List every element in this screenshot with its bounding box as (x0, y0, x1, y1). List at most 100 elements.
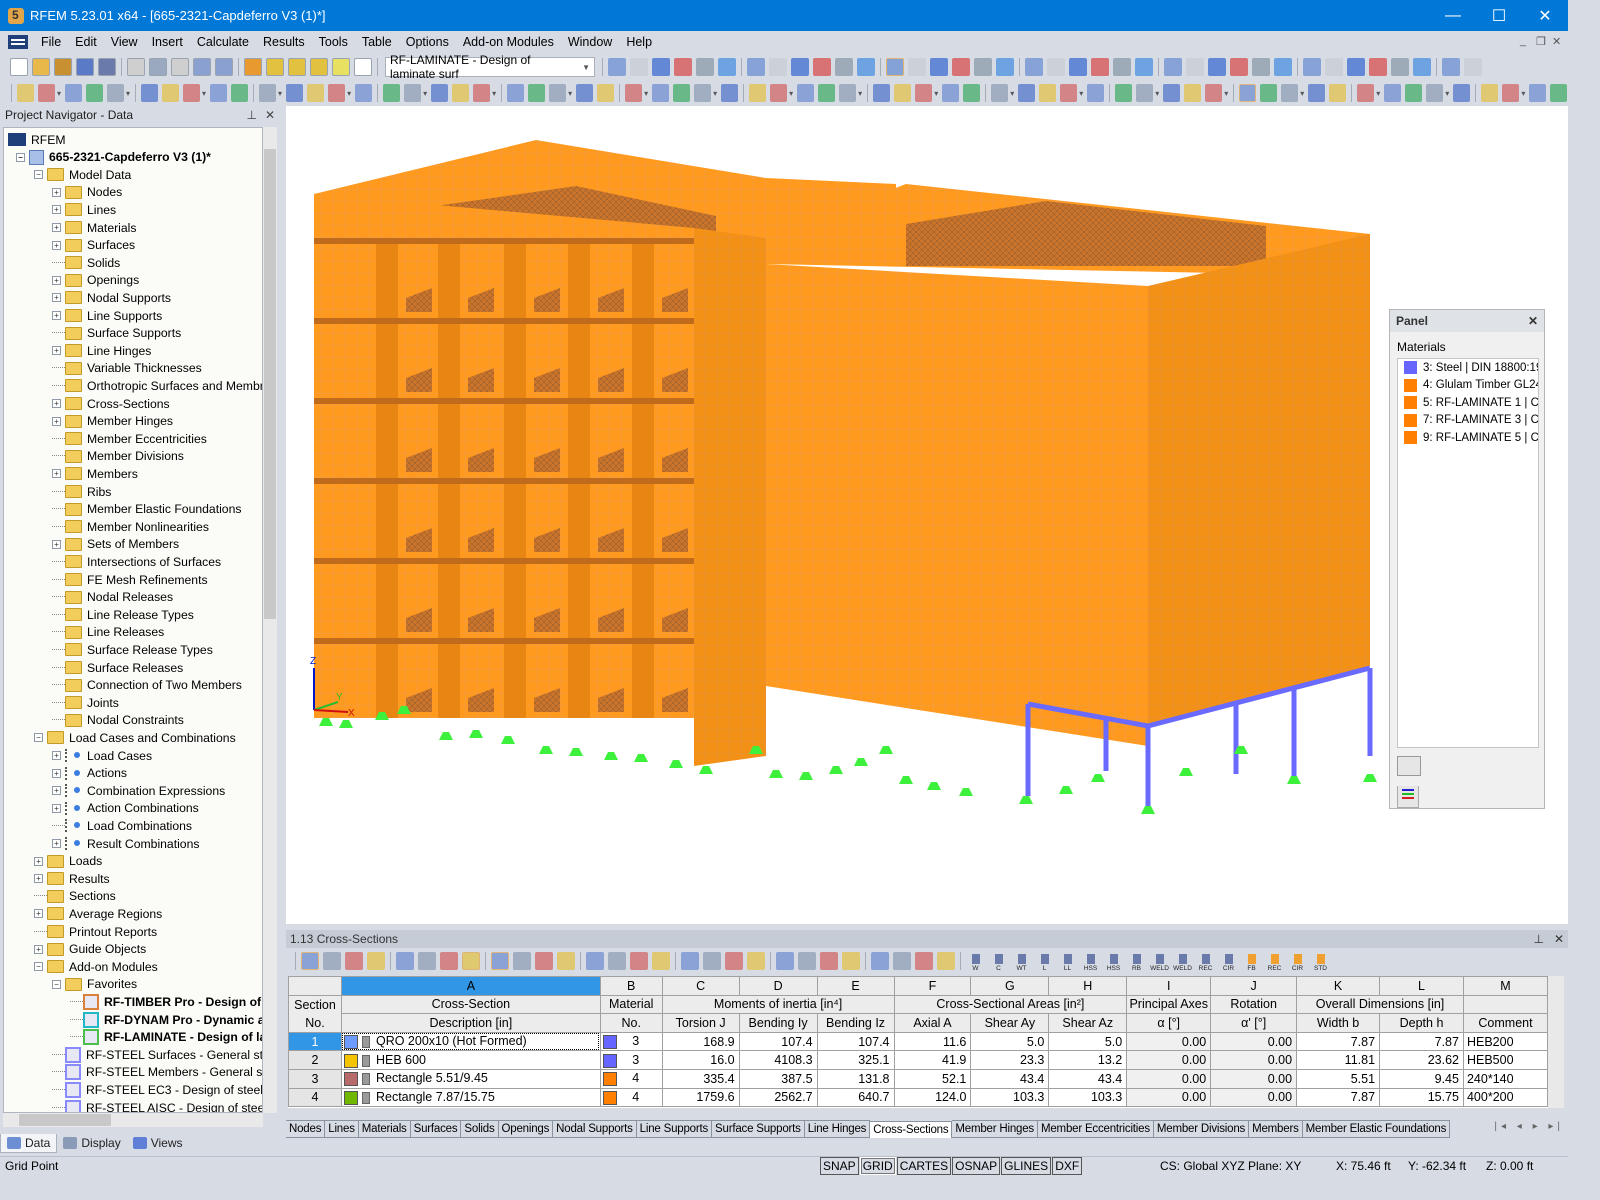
toolbar-button-icon[interactable] (630, 58, 648, 76)
pin-icon[interactable]: ⊥ (246, 108, 256, 122)
toolbar-button-icon[interactable] (288, 58, 306, 76)
toolbar-button-icon[interactable] (1136, 84, 1154, 102)
toolbar-button-icon[interactable] (1239, 84, 1257, 102)
toolbar-button-icon[interactable] (452, 84, 470, 102)
toolbar-button-icon[interactable] (1113, 58, 1131, 76)
tree-item[interactable]: Connection of Two Members (52, 677, 242, 694)
section-type-button[interactable]: L (1034, 950, 1055, 972)
sheet-tab[interactable]: Member Elastic Foundations (1302, 1120, 1451, 1138)
section-type-button[interactable]: REC (1195, 950, 1216, 972)
toolbar-button-icon[interactable] (952, 58, 970, 76)
dropdown-arrow-icon[interactable]: ▾ (1155, 89, 1159, 98)
toolbar-button-icon[interactable] (1164, 58, 1182, 76)
toolbar-button-icon[interactable] (721, 84, 739, 102)
toolbar-button-icon[interactable] (1384, 84, 1402, 102)
tree-item[interactable]: RF-STEEL Members - General stress analys… (52, 1064, 262, 1081)
cell-iy[interactable]: 2562.7 (738, 1087, 818, 1108)
cell-az[interactable]: 43.4 (1048, 1068, 1128, 1089)
toolbar-button-icon[interactable] (107, 84, 125, 102)
expand-icon[interactable]: + (52, 187, 61, 197)
maximize-button[interactable]: ☐ (1476, 0, 1522, 31)
column-a[interactable]: A (340, 976, 601, 996)
table-toolbar-button-icon[interactable] (586, 952, 604, 970)
dropdown-arrow-icon[interactable]: ▾ (126, 89, 130, 98)
tree-item[interactable]: Intersections of Surfaces (52, 553, 221, 570)
tree-item[interactable]: + Line Supports (52, 307, 162, 324)
table-pin-icon[interactable]: ⊥ (1533, 932, 1543, 946)
table-toolbar-button-icon[interactable] (937, 952, 955, 970)
tree-item[interactable]: Variable Thicknesses (52, 360, 202, 377)
toolbar-button-icon[interactable] (141, 84, 159, 102)
cell-iz[interactable]: 107.4 (816, 1031, 895, 1052)
cross-section-description-cell[interactable]: QRO 200x10 (Hot Formed) (340, 1031, 601, 1052)
tree-item[interactable]: + Action Combinations (52, 800, 199, 817)
cell-alpha2[interactable]: 0.00 (1210, 1087, 1298, 1108)
table-toolbar-button-icon[interactable] (440, 952, 458, 970)
cross-section-description-cell[interactable]: Rectangle 5.51/9.45 (340, 1068, 601, 1089)
toolbar-button-icon[interactable] (259, 84, 277, 102)
cell-ay[interactable]: 43.4 (970, 1068, 1050, 1089)
toolbar-button-icon[interactable] (162, 84, 180, 102)
table-toolbar-button-icon[interactable] (367, 952, 385, 970)
expand-icon[interactable]: + (34, 874, 43, 884)
toolbar-button-icon[interactable] (54, 58, 72, 76)
toolbar-button-icon[interactable] (98, 58, 116, 76)
table-toolbar-button-icon[interactable] (893, 952, 911, 970)
column-d[interactable]: D (738, 976, 818, 996)
cell-h[interactable]: 23.62 (1379, 1050, 1464, 1070)
dropdown-arrow-icon[interactable]: ▾ (1079, 89, 1083, 98)
toolbar-button-icon[interactable] (549, 84, 567, 102)
toolbar-button-icon[interactable] (1025, 58, 1043, 76)
toolbar-button-icon[interactable] (1208, 58, 1226, 76)
tree-item[interactable]: + Average Regions (34, 905, 162, 922)
dropdown-arrow-icon[interactable]: ▾ (1445, 89, 1449, 98)
menu-edit[interactable]: Edit (68, 35, 104, 49)
toolbar-button-icon[interactable] (908, 58, 926, 76)
dropdown-arrow-icon[interactable]: ▾ (1521, 89, 1525, 98)
dropdown-arrow-icon[interactable]: ▾ (1224, 89, 1228, 98)
toolbar-button-icon[interactable] (1303, 58, 1321, 76)
sheet-tab[interactable]: Cross-Sections (870, 1121, 953, 1138)
expand-icon[interactable]: + (52, 346, 61, 356)
toolbar-button-icon[interactable] (332, 58, 350, 76)
table-vertical-scrollbar[interactable] (1548, 976, 1564, 1108)
toolbar-button-icon[interactable] (797, 84, 815, 102)
menu-view[interactable]: View (104, 35, 145, 49)
row-number[interactable]: 4 (288, 1087, 342, 1108)
sheet-tab[interactable]: Surfaces (410, 1120, 462, 1138)
toolbar-button-icon[interactable] (65, 84, 83, 102)
toolbar-button-icon[interactable] (894, 84, 912, 102)
section-type-button[interactable]: RB (1126, 950, 1147, 972)
table-toolbar-button-icon[interactable] (842, 952, 860, 970)
tree-item[interactable]: Member Eccentricities (52, 430, 207, 447)
toolbar-button-icon[interactable] (1205, 84, 1223, 102)
expand-icon[interactable]: + (52, 803, 61, 813)
tree-item[interactable]: Line Releases (52, 624, 164, 641)
toolbar-button-icon[interactable] (1163, 84, 1181, 102)
toolbar-button-icon[interactable] (1464, 58, 1482, 76)
table-toolbar-button-icon[interactable] (345, 952, 363, 970)
tree-item[interactable]: Printout Reports (34, 923, 157, 940)
nav-tab-data[interactable]: Data (0, 1133, 58, 1153)
scrollbar-thumb[interactable] (19, 1114, 111, 1126)
tree-item[interactable]: Nodal Releases (52, 589, 173, 606)
cross-section-description-cell[interactable]: HEB 600 (340, 1050, 601, 1070)
toolbar-button-icon[interactable] (1018, 84, 1036, 102)
collapse-icon[interactable]: − (34, 962, 43, 972)
table-toolbar-button-icon[interactable] (776, 952, 794, 970)
table-toolbar-button-icon[interactable] (798, 952, 816, 970)
tree-item[interactable]: Solids (52, 254, 120, 271)
cell-alpha2[interactable]: 0.00 (1210, 1031, 1298, 1052)
toolbar-button-icon[interactable] (1426, 84, 1444, 102)
toolbar-button-icon[interactable] (1357, 84, 1375, 102)
toolbar-button-icon[interactable] (1481, 84, 1499, 102)
sheet-tab[interactable]: Materials (358, 1120, 411, 1138)
tree-item[interactable]: RF-LAMINATE - Design of laminate surface… (70, 1029, 262, 1046)
toolbar-button-icon[interactable] (1186, 58, 1204, 76)
table-toolbar-button-icon[interactable] (396, 952, 414, 970)
toolbar-button-icon[interactable] (507, 84, 525, 102)
toolbar-button-icon[interactable] (1135, 58, 1153, 76)
cell-iz[interactable]: 640.7 (816, 1087, 895, 1108)
tree-item[interactable]: + Nodes (52, 184, 122, 201)
expand-icon[interactable]: + (52, 223, 61, 232)
